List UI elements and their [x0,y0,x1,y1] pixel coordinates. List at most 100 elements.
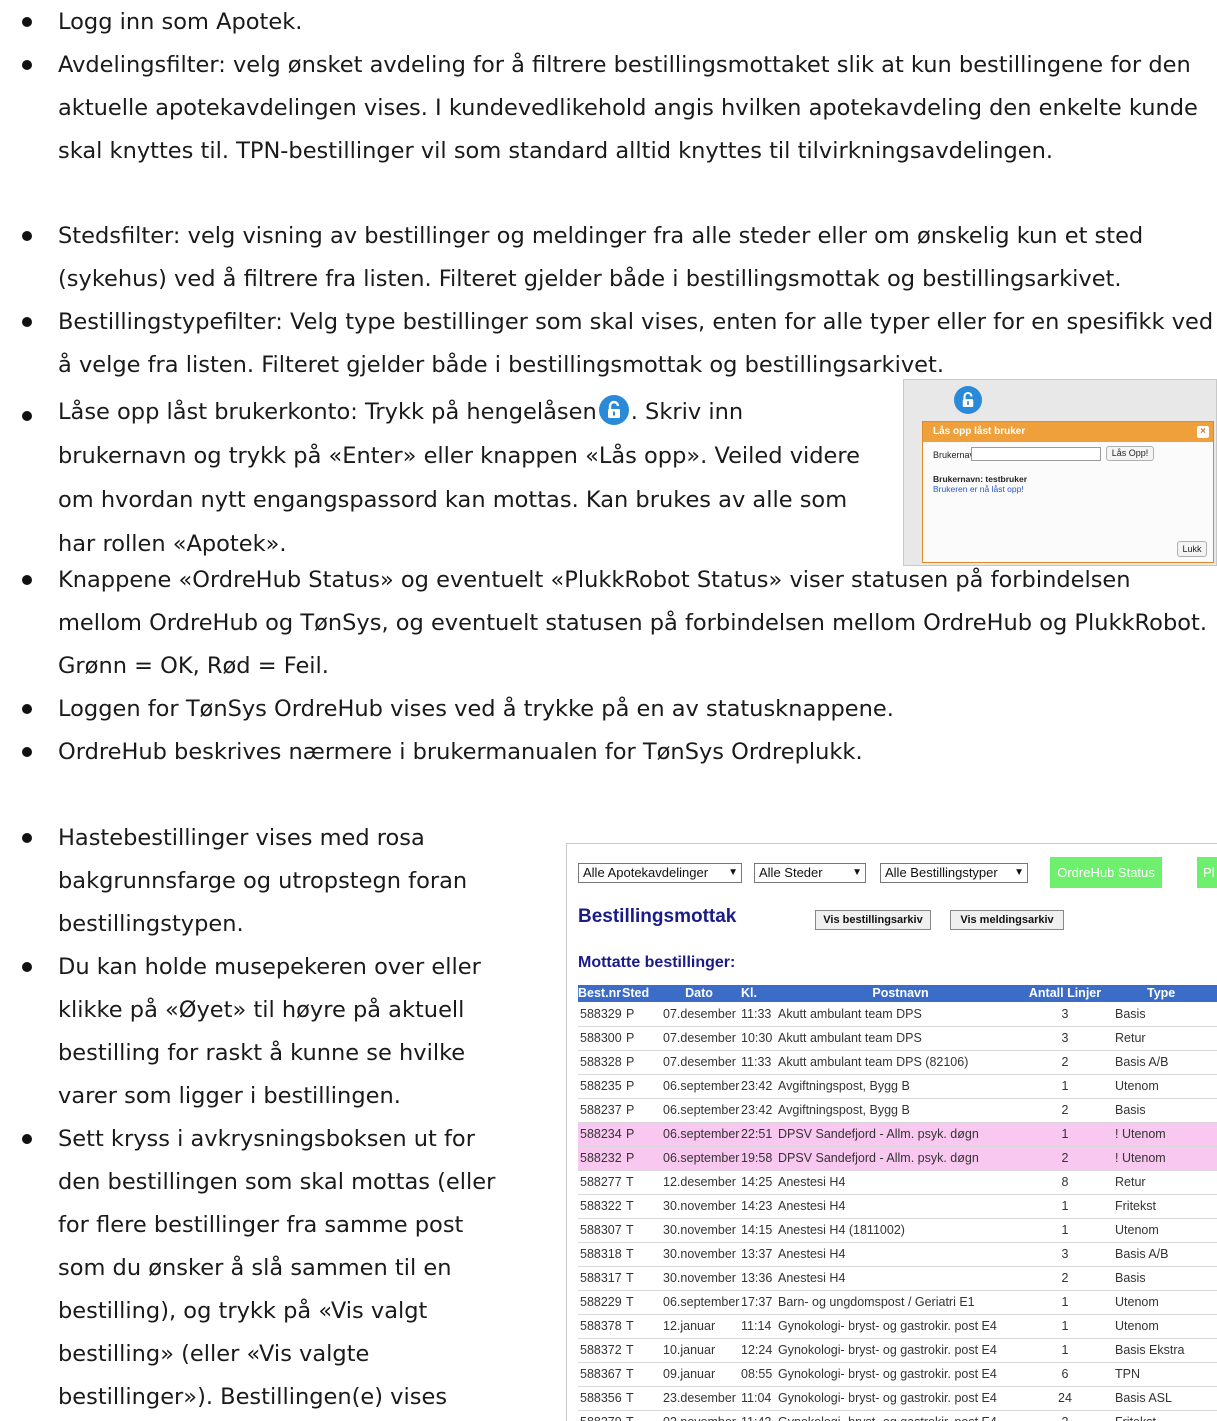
department-filter[interactable]: Alle Apotekavdelinger ▼ [578,863,742,883]
order-line-count: 2 [1023,1266,1107,1291]
table-row[interactable]: 588279T03.november11:42Gynokologi- bryst… [578,1410,1217,1421]
place-filter[interactable]: Alle Steder ▼ [754,863,866,883]
table-row[interactable]: 588277 T 12.desember 14:25 Anestesi H4 8 Retur [578,1170,1217,1195]
table-row[interactable]: 588372 T 10.januar 12:24 Gynokologi- bryst- … [578,1338,1217,1363]
page-title: Bestillingsmottak [578,906,737,927]
order-number: 588318 [578,1242,622,1267]
order-place: T [622,1362,657,1387]
order-type: Basis Ekstra [1107,1338,1217,1363]
close-button[interactable]: Lukk [1177,541,1207,557]
result-username: Brukernavn: testbruker [933,474,1028,484]
order-number: 588322 [578,1194,622,1219]
order-date: 06.september [657,1146,741,1171]
table-row[interactable]: 588329 P 07.desember 11:33 Akutt ambulant te… [578,1002,1217,1027]
order-time: 14:23 [741,1194,778,1219]
table-row[interactable]: 588232 P 06.september 19:58 DPSV Sandefjord … [578,1146,1217,1171]
order-date: 06.september [657,1290,741,1315]
order-line-count: 3 [1023,1002,1107,1027]
order-time: 23:42 [741,1098,778,1123]
unlock-button[interactable]: Lås Opp! [1106,446,1154,461]
order-time: 11:14 [741,1314,778,1339]
order-time: 11:04 [741,1386,778,1411]
column-header-dato[interactable]: Dato [657,985,741,1002]
order-place: P [622,1002,657,1027]
column-header-type[interactable]: Type [1107,985,1217,1002]
username-input[interactable] [971,447,1101,461]
order-place: T [622,1194,657,1219]
padlock-icon[interactable] [954,386,982,414]
table-row[interactable]: 588229 T 06.september 17:37 Barn- og ungdoms… [578,1290,1217,1315]
column-header-sted[interactable]: Sted [622,985,657,1002]
close-icon[interactable]: × [1197,426,1209,438]
table-row[interactable]: 588367 T 09.januar 08:55 Gynokologi- bryst- … [578,1362,1217,1387]
unlock-dialog-screenshot: Lås opp låst bruker × Brukernavn: Lås Opp… [903,379,1217,566]
message-archive-button[interactable]: Vis meldingsarkiv [950,910,1064,930]
bullet-text: Avdelingsfilter: velg ønsket avdeling fo… [58,52,1198,164]
bullet [22,704,32,714]
table-row[interactable]: 588307 T 30.november 14:15 Anestesi H4 (1811… [578,1218,1217,1243]
table-row[interactable]: 588318 T 30.november 13:37 Anestesi H4 3 Basis… [578,1242,1217,1267]
bullet-text: Hastebestillinger vises med rosa bakgrun… [58,825,468,937]
column-header-antall-linjer[interactable]: Antall Linjer [1023,985,1107,1002]
order-date: 06.september [657,1122,741,1147]
order-place: T [622,1290,657,1315]
order-post-name: Anestesi H4 [778,1194,1023,1219]
table-row[interactable]: 588235 P 06.september 23:42 Avgiftningspost,… [578,1074,1217,1099]
table-row[interactable]: 588356 T 23.desember 11:04 Gynokologi- bryst… [578,1386,1217,1411]
order-post-name: Gynokologi- bryst- og gastrokir. post E4 [778,1386,1023,1411]
order-date: 30.november [657,1242,741,1267]
order-type: Basis ASL [1107,1386,1217,1411]
bullet [22,747,32,757]
order-type: Basis [1107,1098,1217,1123]
order-line-count: 2 [1023,1410,1107,1421]
order-number: 588367 [578,1362,622,1387]
bullet [22,1134,32,1144]
order-line-count: 24 [1023,1386,1107,1411]
order-type: TPN [1107,1362,1217,1387]
order-post-name: Gynokologi- bryst- og gastrokir. post E4 [778,1314,1023,1339]
order-place: P [622,1122,657,1147]
order-line-count: 1 [1023,1338,1107,1363]
order-post-name: Gynokologi- bryst- og gastrokir. post E4 [778,1338,1023,1363]
table-row[interactable]: 588300 P 07.desember 10:30 Akutt ambulant te… [578,1026,1217,1051]
chevron-down-icon: ▼ [728,867,738,878]
order-line-count: 2 [1023,1098,1107,1123]
order-place: T [622,1410,657,1421]
order-type: ! Utenom [1107,1122,1217,1147]
order-number: 588356 [578,1386,622,1411]
order-date: 12.januar [657,1314,741,1339]
table-row[interactable]: 588328 P 07.desember 11:33 Akutt ambulant te… [578,1050,1217,1075]
ordrehub-status-button[interactable]: OrdreHub Status [1050,857,1162,888]
order-post-name: Barn- og ungdomspost / Geriatri E1 [778,1290,1023,1315]
order-number: 588237 [578,1098,622,1123]
table-row[interactable]: 588378 T 12.januar 11:14 Gynokologi- bryst- … [578,1314,1217,1339]
column-header-postnavn[interactable]: Postnavn [778,985,1023,1002]
order-time: 13:37 [741,1242,778,1267]
column-header-kl[interactable]: Kl. [741,985,778,1002]
order-number: 588372 [578,1338,622,1363]
place-filter-value: Alle Steder [759,865,823,880]
table-header-row: Best.nr Sted Dato Kl. Postnavn Antall Li… [578,985,1217,1002]
table-row[interactable]: 588234 P 06.september 22:51 DPSV Sandefjord … [578,1122,1217,1147]
order-date: 23.desember [657,1386,741,1411]
column-header-best-nr[interactable]: Best.nr [578,985,622,1002]
padlock-icon[interactable] [598,395,629,425]
order-archive-button[interactable]: Vis bestillingsarkiv [815,910,931,930]
order-type: Utenom [1107,1218,1217,1243]
order-post-name: Avgiftningspost, Bygg B [778,1098,1023,1123]
order-post-name: Gynokologi- bryst- og gastrokir. post E4 [778,1362,1023,1387]
table-row[interactable]: 588322 T 30.november 14:23 Anestesi H4 1 Frite… [578,1194,1217,1219]
table-row[interactable]: 588237 P 06.september 23:42 Avgiftningspost,… [578,1098,1217,1123]
order-date: 30.november [657,1266,741,1291]
bullet [22,411,32,421]
bullet-text: Du kan holde musepekeren over eller klik… [58,954,481,1109]
unlock-dialog: Lås opp låst bruker × Brukernavn: Lås Opp… [922,421,1214,563]
bullet [22,833,32,843]
order-place: T [622,1314,657,1339]
plukkrobot-status-button[interactable]: Pl [1197,857,1217,888]
order-type-filter[interactable]: Alle Bestillingstyper ▼ [880,863,1028,883]
received-orders-heading: Mottatte bestillinger: [578,954,736,971]
order-post-name: Anestesi H4 [778,1266,1023,1291]
table-row[interactable]: 588317 T 30.november 13:36 Anestesi H4 2 Basis [578,1266,1217,1291]
order-number: 588235 [578,1074,622,1099]
